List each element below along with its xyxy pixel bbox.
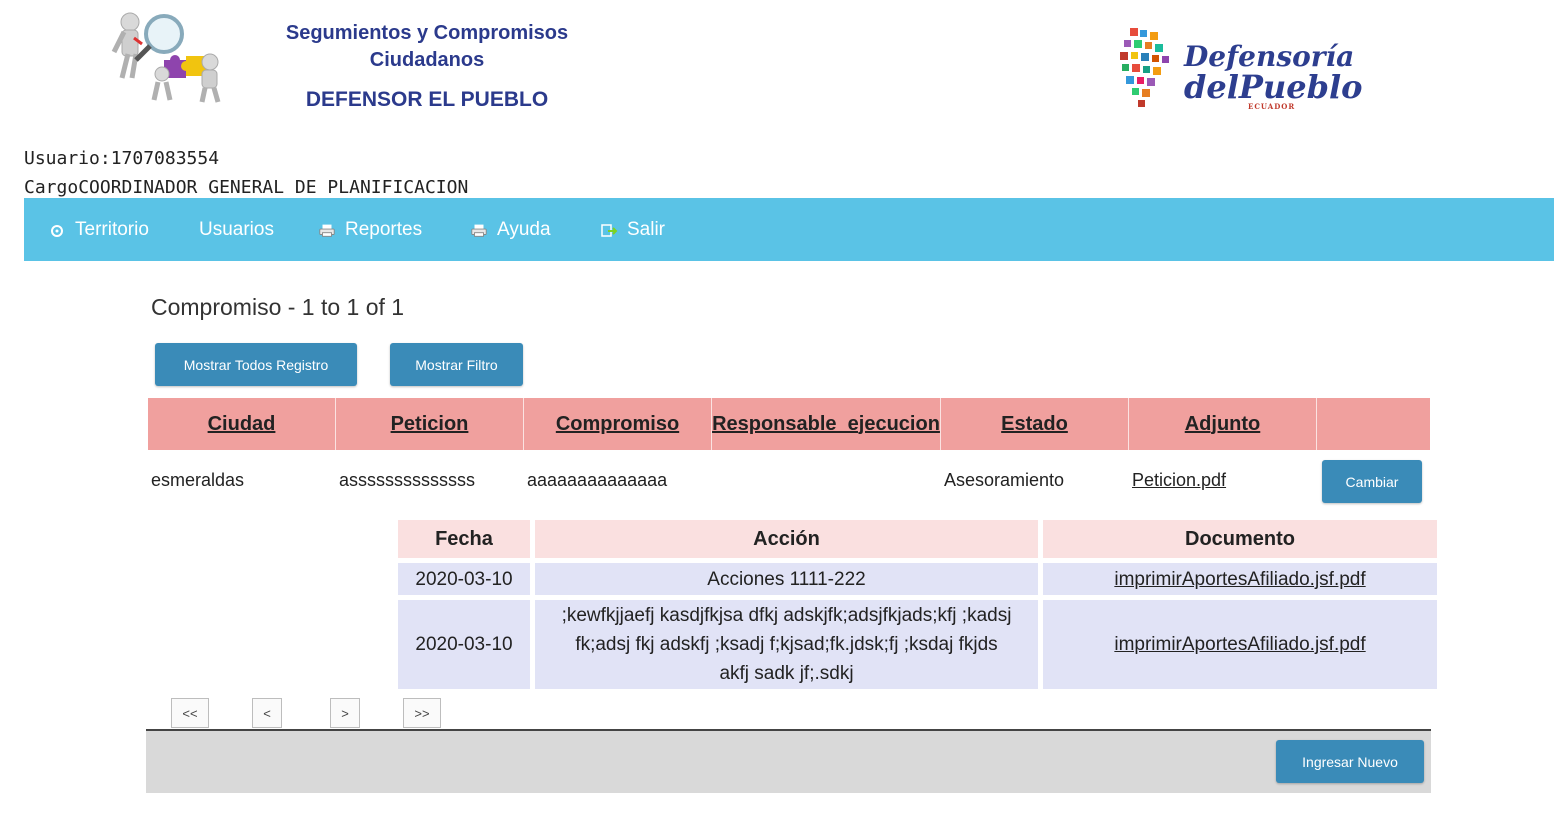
- subtable-cell-documento: imprimirAportesAfiliado.jsf.pdf: [1043, 563, 1437, 595]
- column-header-responsable[interactable]: Responsable_ejecucion: [712, 398, 941, 450]
- column-header-adjunto[interactable]: Adjunto: [1129, 398, 1317, 450]
- nav-label-territorio: Territorio: [75, 218, 149, 240]
- app-subtitle: DEFENSOR EL PUEBLO: [305, 88, 549, 111]
- pager-prev-button[interactable]: <: [252, 698, 282, 728]
- grid-header: Ciudad Peticion Compromiso Responsable_e…: [148, 398, 1430, 450]
- subtable-row: 2020-03-10 ;kewfkjjaefj kasdjfkjsa dfkj …: [398, 600, 1437, 689]
- nav-item-usuarios[interactable]: Usuarios: [199, 198, 274, 261]
- logo-text-delpueblo: delPueblo: [1184, 68, 1363, 106]
- cell-ciudad: esmeraldas: [151, 469, 245, 490]
- main-navbar: Territorio Usuarios Reportes Ayuda Salir: [24, 198, 1554, 261]
- column-header-peticion[interactable]: Peticion: [336, 398, 524, 450]
- subtable-cell-accion: ;kewfkjjaefj kasdjfkjsa dfkj adskjfk;ads…: [535, 600, 1038, 689]
- usuario-value: 1707083554: [110, 148, 220, 169]
- app-title: Segumientos y Compromisos: [285, 22, 569, 44]
- subtable-row: 2020-03-10 Acciones 1111-222 imprimirApo…: [398, 563, 1437, 595]
- column-header-estado[interactable]: Estado: [941, 398, 1129, 450]
- column-header-ciudad[interactable]: Ciudad: [148, 398, 336, 450]
- add-new-button[interactable]: Ingresar Nuevo: [1276, 740, 1424, 783]
- cell-estado: Asesoramiento: [944, 469, 1065, 490]
- nav-item-territorio[interactable]: Territorio: [48, 198, 149, 261]
- cell-peticion: assssssssssssss: [339, 469, 476, 490]
- subtable-header-row: Fecha Acción Documento: [398, 520, 1437, 558]
- show-filter-button[interactable]: Mostrar Filtro: [390, 343, 523, 386]
- exit-icon: [600, 221, 618, 239]
- pager-next-button[interactable]: >: [330, 698, 360, 728]
- subtable-header-documento: Documento: [1043, 520, 1437, 558]
- nav-label-ayuda: Ayuda: [497, 218, 551, 240]
- gear-icon: [48, 221, 66, 239]
- nav-item-ayuda[interactable]: Ayuda: [470, 198, 551, 261]
- subtable-cell-documento: imprimirAportesAfiliado.jsf.pdf: [1043, 600, 1437, 689]
- subtable-header-accion: Acción: [535, 520, 1038, 558]
- seguimiento-logo: [92, 8, 242, 108]
- subtable-cell-accion: Acciones 1111-222: [535, 563, 1038, 595]
- document-link[interactable]: imprimirAportesAfiliado.jsf.pdf: [1114, 569, 1365, 590]
- document-link[interactable]: imprimirAportesAfiliado.jsf.pdf: [1114, 634, 1365, 655]
- subtable-cell-fecha: 2020-03-10: [398, 563, 530, 595]
- subtable-cell-fecha: 2020-03-10: [398, 600, 530, 689]
- nav-item-salir[interactable]: Salir: [600, 198, 665, 261]
- grid-footer: [146, 729, 1431, 793]
- column-header-compromiso[interactable]: Compromiso: [524, 398, 712, 450]
- printer-icon: [318, 221, 336, 239]
- usuario-row: Usuario:1707083554: [24, 144, 468, 173]
- attachment-link[interactable]: Peticion.pdf: [1132, 455, 1226, 505]
- cargo-value: COORDINADOR GENERAL DE PLANIFICACION: [78, 177, 469, 198]
- nav-label-reportes: Reportes: [345, 218, 423, 240]
- printer-icon: [470, 221, 488, 239]
- user-info: Usuario:1707083554 CargoCOORDINADOR GENE…: [24, 144, 468, 202]
- nav-label-usuarios: Usuarios: [199, 218, 274, 240]
- nav-label-salir: Salir: [627, 218, 666, 240]
- usuario-label: Usuario:: [24, 148, 111, 169]
- pager-first-button[interactable]: <<: [171, 698, 209, 728]
- column-header-actions: [1317, 398, 1430, 450]
- change-button[interactable]: Cambiar: [1322, 460, 1422, 503]
- app-title-block: Segumientos y Compromisos Ciudadanos DEF…: [262, 20, 592, 112]
- nav-item-reportes[interactable]: Reportes: [318, 198, 422, 261]
- app-title-line2: Ciudadanos: [369, 49, 485, 71]
- cargo-label: Cargo: [24, 177, 79, 198]
- pager-last-button[interactable]: >>: [403, 698, 441, 728]
- defensoria-logo: Defensoría delPueblo ECUADOR: [1112, 22, 1362, 117]
- show-all-button[interactable]: Mostrar Todos Registro: [155, 343, 357, 386]
- table-row: esmeraldas assssssssssssss aaaaaaaaaaaaa…: [148, 455, 1430, 505]
- subtable-header-fecha: Fecha: [398, 520, 530, 558]
- page-title: Compromiso - 1 to 1 of 1: [151, 294, 405, 320]
- logo-text-ecuador: ECUADOR: [1248, 102, 1296, 111]
- actions-subtable: Fecha Acción Documento 2020-03-10 Accion…: [393, 515, 1442, 694]
- cell-compromiso: aaaaaaaaaaaaaa: [527, 469, 668, 490]
- ecuador-map-icon: [1120, 28, 1169, 107]
